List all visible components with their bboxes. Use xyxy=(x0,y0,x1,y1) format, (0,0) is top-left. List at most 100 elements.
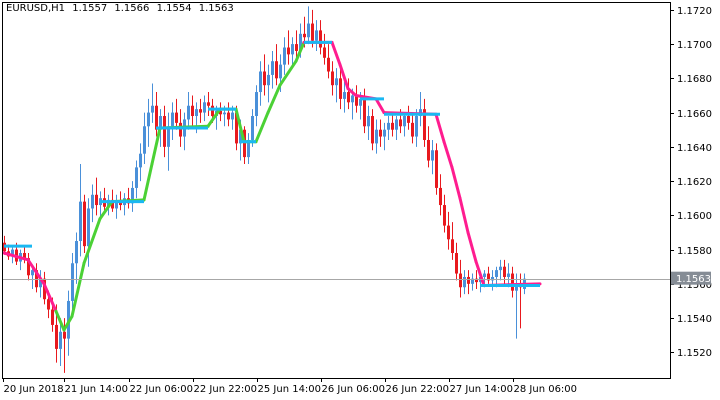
candle xyxy=(255,85,258,127)
candle-body xyxy=(467,276,470,284)
candle-body xyxy=(175,112,178,123)
candle xyxy=(451,222,454,260)
candle-body xyxy=(427,139,430,161)
candle xyxy=(151,83,154,123)
candle-body xyxy=(287,47,290,55)
candle-body xyxy=(303,33,306,38)
candle-body xyxy=(463,276,466,288)
candle-body xyxy=(283,47,286,65)
candle xyxy=(39,270,42,298)
current-price-tag-label: 1.1563 xyxy=(676,274,711,285)
candle xyxy=(383,122,386,151)
y-tick-label: 1.1620 xyxy=(677,177,712,188)
candle-body xyxy=(323,47,326,58)
candle-body xyxy=(63,331,66,339)
candle-body xyxy=(499,266,502,271)
candle-body xyxy=(259,71,262,93)
price-chart[interactable]: 1.1720 1.1700 1.1680 1.1660 1.1640 1.1620 1.16… xyxy=(0,0,720,400)
candle xyxy=(419,92,422,127)
candle-body xyxy=(391,122,394,130)
low-price: 1.1554 xyxy=(156,3,192,14)
symbol-info: EURUSD,H1 1.1557 1.1566 1.1554 1.1563 xyxy=(6,3,238,14)
candle xyxy=(487,266,490,284)
candle-body xyxy=(227,112,230,120)
candle-body xyxy=(231,112,234,120)
candle xyxy=(283,37,286,75)
candle-body xyxy=(435,150,438,188)
candle xyxy=(379,119,382,147)
candle-body xyxy=(71,263,74,301)
trend-line-segment xyxy=(458,196,470,234)
candle xyxy=(331,61,334,96)
candle xyxy=(155,92,158,137)
candle xyxy=(511,266,514,298)
candle-body xyxy=(327,57,330,72)
trend-line-segment xyxy=(434,112,446,144)
candle xyxy=(467,270,470,295)
candle-body xyxy=(79,201,82,242)
candle xyxy=(187,92,190,130)
candle xyxy=(27,253,30,281)
candle-body xyxy=(83,201,86,247)
candle-body xyxy=(179,122,182,137)
candle-body xyxy=(439,187,442,206)
candle-body xyxy=(459,273,462,288)
candle xyxy=(375,119,378,154)
candle xyxy=(143,112,146,164)
chart-window[interactable]: 1.1720 1.1700 1.1680 1.1660 1.1640 1.1620 1.16… xyxy=(0,0,720,400)
candle xyxy=(267,64,270,103)
candle-body xyxy=(443,205,446,226)
candle xyxy=(335,68,338,103)
candle-body xyxy=(255,92,258,117)
candle xyxy=(339,68,342,110)
candle-body xyxy=(343,92,346,99)
candle xyxy=(147,98,150,147)
candle xyxy=(127,187,130,209)
candle xyxy=(491,270,494,291)
candle-body xyxy=(403,116,406,127)
candle xyxy=(263,54,266,96)
candle xyxy=(367,105,370,140)
candle xyxy=(435,143,438,195)
candle xyxy=(171,102,174,140)
candle-body xyxy=(483,273,486,277)
candle xyxy=(167,112,170,171)
candle xyxy=(135,160,138,199)
y-tick-label: 1.1700 xyxy=(677,40,712,51)
candle xyxy=(371,109,374,151)
candle-body xyxy=(383,129,386,137)
candle xyxy=(387,116,390,140)
candle xyxy=(71,253,74,310)
candle xyxy=(247,133,250,164)
trend-line-segment xyxy=(466,230,478,264)
candle xyxy=(207,92,210,117)
candle xyxy=(315,20,318,51)
candle xyxy=(243,126,246,164)
x-tick-label: 20 Jun 2018 xyxy=(4,384,64,395)
candle-body xyxy=(191,105,194,117)
trend-line-segment xyxy=(330,40,342,67)
candle xyxy=(259,61,262,106)
candle xyxy=(287,30,290,65)
candle-body xyxy=(407,116,410,123)
candle-body xyxy=(275,61,278,79)
candle xyxy=(391,112,394,137)
candle-body xyxy=(455,253,458,274)
candle-body xyxy=(295,44,298,51)
time-axis: 20 Jun 2018 21 Jun 14:00 22 Jun 06:00 22 Ju… xyxy=(3,378,577,395)
y-tick-label: 1.1680 xyxy=(677,74,712,85)
candle xyxy=(431,139,434,175)
candle-body xyxy=(271,61,274,75)
candle xyxy=(443,194,446,233)
candle xyxy=(463,270,466,295)
x-tick-label: 26 Jun 22:00 xyxy=(386,384,450,395)
candle-body xyxy=(347,92,350,103)
y-tick-label: 1.1520 xyxy=(677,348,712,359)
candle-body xyxy=(395,119,398,130)
candle-body xyxy=(331,71,334,86)
trend-line-segment xyxy=(142,162,154,202)
candle xyxy=(83,194,86,253)
candle xyxy=(199,98,202,123)
x-tick-label: 27 Jun 14:00 xyxy=(450,384,514,395)
close-price: 1.1563 xyxy=(198,3,234,14)
